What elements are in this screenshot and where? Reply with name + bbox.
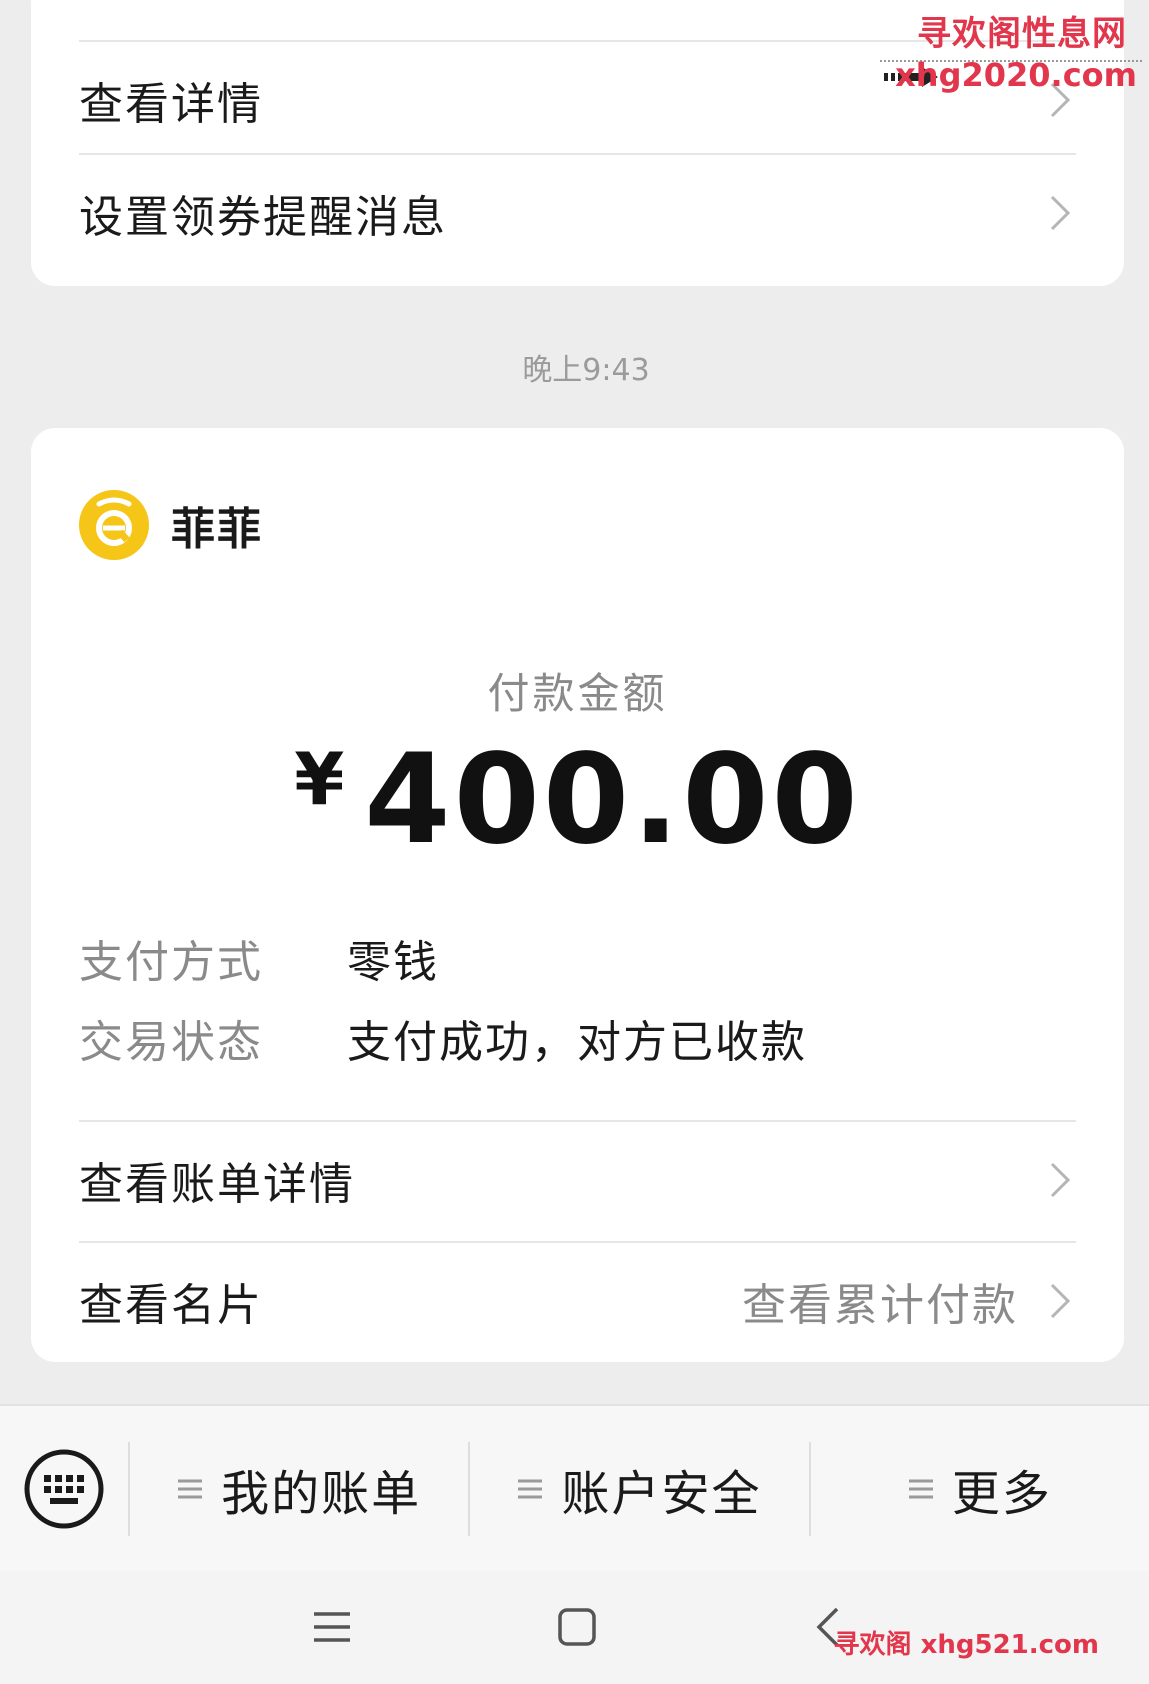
view-bill-details-label: 查看账单详情 (79, 1159, 355, 1210)
hamburger-icon (314, 1612, 350, 1642)
amount-value: 400.00 (364, 728, 861, 872)
view-card-row[interactable]: 查看名片 查看累计付款 (79, 1241, 1076, 1361)
merchant-header: 菲菲 (77, 488, 263, 562)
merchant-name: 菲菲 (171, 504, 263, 555)
merchant-logo-icon (79, 490, 149, 560)
view-details-label: 查看详情 (79, 79, 263, 130)
chevron-right-icon (1050, 1162, 1071, 1198)
menu-my-bills[interactable]: 我的账单 (130, 1406, 468, 1571)
watermark-title: 寻欢阁性息网 (917, 14, 1127, 54)
keyboard-toggle-button[interactable] (0, 1406, 128, 1571)
payment-method-value: 零钱 (347, 937, 439, 988)
transaction-status-value: 支付成功，对方已收款 (347, 1017, 807, 1068)
watermark-url: xhg2020.com (895, 56, 1137, 94)
chevron-right-icon (1050, 195, 1071, 231)
message-timestamp: 晚上9:43 (522, 353, 650, 388)
payment-method-key: 支付方式 (79, 937, 263, 988)
keyboard-icon (24, 1449, 104, 1528)
coupon-reminder-label: 设置领券提醒消息 (79, 192, 447, 243)
menu-account-security[interactable]: 账户安全 (470, 1406, 808, 1571)
currency-symbol: ¥ (294, 737, 345, 821)
menu-lines-icon (518, 1479, 543, 1498)
view-bill-details-row[interactable]: 查看账单详情 (79, 1120, 1076, 1240)
chevron-right-icon (1050, 1283, 1071, 1319)
menu-more[interactable]: 更多 (811, 1406, 1149, 1571)
transaction-status-key: 交易状态 (79, 1017, 263, 1068)
home-square-icon (558, 1608, 596, 1646)
watermark-bottom: 寻欢阁 xhg521.com (833, 1630, 1099, 1660)
menu-lines-icon (178, 1479, 203, 1498)
cumulative-payment-link[interactable]: 查看累计付款 (742, 1269, 1018, 1333)
menu-my-bills-label: 我的账单 (221, 1465, 422, 1522)
menu-more-label: 更多 (951, 1465, 1052, 1522)
menu-account-security-label: 账户安全 (561, 1465, 762, 1522)
payment-amount: ¥400.00 (31, 728, 1124, 872)
payment-method-row: 支付方式 零钱 (79, 926, 439, 990)
view-card-label: 查看名片 (79, 1280, 263, 1331)
amount-label: 付款金额 (487, 669, 668, 718)
payment-notification-screen: 查看详情 设置领券提醒消息 晚上9:43 菲菲 付款金额 ¥ 400.00 支付… (0, 0, 1149, 1684)
service-menu-bar: 我的账单 账户安全 更多 (0, 1404, 1149, 1573)
transaction-status-row: 交易状态 支付成功，对方已收款 (79, 1006, 807, 1070)
nav-home-button[interactable] (549, 1599, 605, 1655)
nav-menu-button[interactable] (304, 1599, 360, 1655)
payment-card[interactable]: 菲菲 付款金额 ¥400.00 支付方式 零钱 交易状态 支付成功，对方已收款 … (31, 428, 1124, 1362)
coupon-reminder-row[interactable]: 设置领券提醒消息 (79, 153, 1076, 273)
menu-lines-icon (908, 1479, 933, 1498)
